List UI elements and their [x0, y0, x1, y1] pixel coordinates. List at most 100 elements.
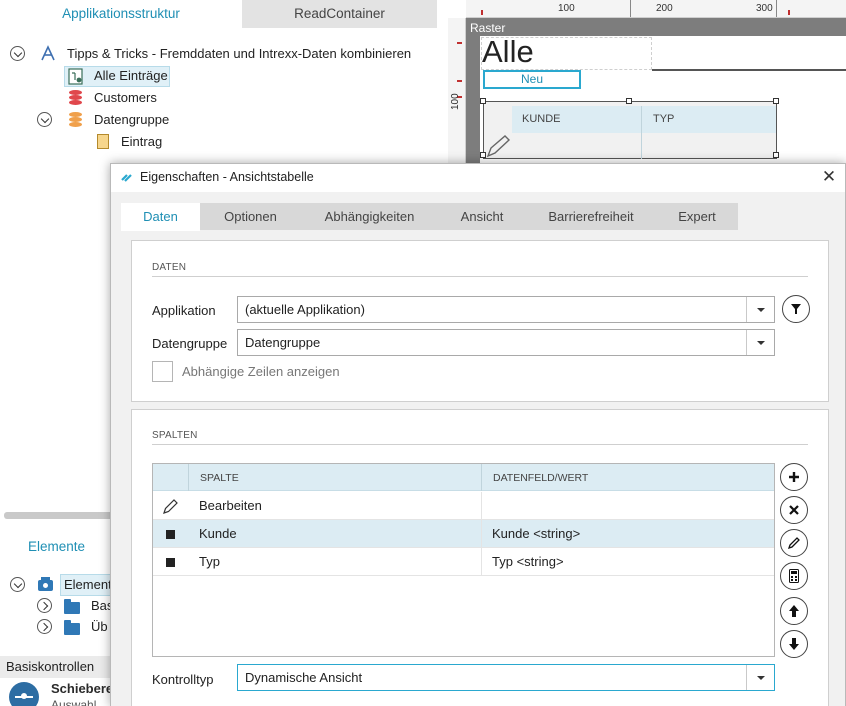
- basiskontrollen-header: Basiskontrollen: [0, 656, 110, 678]
- applikation-select[interactable]: (aktuelle Applikation): [237, 296, 775, 323]
- tree-item-datengruppe[interactable]: Datengruppe: [94, 109, 169, 131]
- cell-spalte: Kunde: [199, 526, 237, 541]
- tab-applikationsstruktur[interactable]: Applikationsstruktur: [0, 0, 242, 28]
- tab-barrierefreiheit[interactable]: Barrierefreiheit: [526, 203, 656, 230]
- cell-wert: Typ <string>: [492, 554, 564, 569]
- elements-title[interactable]: Elemente: [28, 539, 85, 554]
- close-icon[interactable]: ✕: [820, 168, 838, 186]
- resize-handle[interactable]: [480, 152, 486, 158]
- view-table-col-kunde: KUNDE: [522, 113, 561, 125]
- elements-icon: [38, 577, 53, 591]
- tree-root-label[interactable]: Tipps & Tricks - Fremddaten und Intrexx-…: [67, 43, 411, 65]
- tree-item-customers[interactable]: Customers: [94, 87, 157, 109]
- resize-handle[interactable]: [773, 98, 779, 104]
- add-column-button[interactable]: [780, 463, 808, 491]
- collapse-root-toggle[interactable]: [10, 46, 25, 61]
- plus-icon: [789, 472, 799, 482]
- kontrolltyp-value: Dynamische Ansicht: [245, 670, 363, 685]
- divider: [652, 69, 846, 71]
- folder-icon: [64, 620, 80, 635]
- elements-item-ueber[interactable]: Üb: [91, 616, 108, 638]
- col-header-spalte[interactable]: SPALTE: [200, 472, 239, 484]
- daten-group: DATEN Applikation (aktuelle Applikation)…: [131, 240, 829, 402]
- divider: [481, 464, 482, 491]
- row-marker-icon: [166, 530, 175, 539]
- datengruppe-value: Datengruppe: [245, 335, 321, 350]
- tab-readcontainer[interactable]: ReadContainer: [242, 0, 437, 28]
- chevron-down-icon[interactable]: [746, 665, 774, 690]
- tab-optionen[interactable]: Optionen: [200, 203, 301, 230]
- kontrolltyp-select[interactable]: Dynamische Ansicht: [237, 664, 775, 691]
- daten-group-title: DATEN: [152, 262, 187, 273]
- divider: [481, 492, 482, 520]
- divider: [481, 548, 482, 576]
- calculator-button[interactable]: [780, 562, 808, 590]
- expand-ueber-toggle[interactable]: [37, 619, 52, 634]
- ruler-label: 100: [558, 3, 575, 14]
- move-down-button[interactable]: [780, 630, 808, 658]
- ruler-label: 100: [450, 93, 461, 110]
- filter-button[interactable]: [782, 295, 810, 323]
- collapse-datengruppe-toggle[interactable]: [37, 112, 52, 127]
- col-header-datenfeld[interactable]: DATENFELD/WERT: [493, 472, 588, 484]
- edit-column-button[interactable]: [780, 529, 808, 557]
- ruler-label: 300: [756, 3, 773, 14]
- table-row-selected[interactable]: Kunde Kunde <string>: [153, 520, 774, 548]
- expand-basis-toggle[interactable]: [37, 598, 52, 613]
- close-icon: [789, 505, 799, 515]
- ruler-label: 200: [656, 3, 673, 14]
- arrow-down-icon: [789, 638, 799, 650]
- tree-item-eintrag[interactable]: Eintrag: [121, 131, 162, 153]
- table-row[interactable]: Bearbeiten: [153, 492, 774, 520]
- page-icon: [97, 134, 109, 149]
- cell-wert: Kunde <string>: [492, 526, 581, 541]
- filter-icon: [791, 304, 801, 314]
- datengruppe-label: Datengruppe: [152, 336, 228, 351]
- divider: [152, 444, 808, 445]
- tab-ansicht[interactable]: Ansicht: [438, 203, 526, 230]
- view-table-col-typ: TYP: [653, 113, 675, 125]
- neu-button[interactable]: Neu: [483, 70, 581, 89]
- applikation-label: Applikation: [152, 303, 216, 318]
- application-icon: [41, 45, 55, 61]
- pencil-icon: [486, 135, 511, 158]
- tree-item-label: Alle Einträge: [94, 68, 168, 83]
- dialog-title: Eigenschaften - Ansichtstabelle: [140, 170, 314, 184]
- pencil-icon: [787, 537, 800, 550]
- divider: [641, 106, 642, 159]
- resize-handle[interactable]: [480, 98, 486, 104]
- tab-expert[interactable]: Expert: [656, 203, 738, 230]
- dialog-titlebar[interactable]: Eigenschaften - Ansichtstabelle ✕: [111, 164, 845, 192]
- applikation-value: (aktuelle Applikation): [245, 302, 365, 317]
- slider-control-icon: [9, 682, 39, 706]
- elements-root-label: Element: [64, 577, 112, 592]
- datagroup-red-icon: [69, 90, 82, 106]
- page-heading[interactable]: Alle: [482, 34, 534, 70]
- resize-handle[interactable]: [626, 98, 632, 104]
- datengruppe-select[interactable]: Datengruppe: [237, 329, 775, 356]
- properties-dialog: Eigenschaften - Ansichtstabelle ✕ Daten …: [110, 163, 846, 706]
- arrow-up-icon: [789, 605, 799, 617]
- abhaengige-zeilen-checkbox[interactable]: [152, 361, 173, 382]
- divider: [152, 276, 808, 277]
- spalten-group-title: SPALTEN: [152, 430, 198, 441]
- chevron-down-icon[interactable]: [746, 330, 774, 355]
- chevron-down-icon[interactable]: [746, 297, 774, 322]
- resize-handle[interactable]: [773, 152, 779, 158]
- move-up-button[interactable]: [780, 597, 808, 625]
- cell-spalte: Bearbeiten: [199, 498, 262, 513]
- structure-tabs: Applikationsstruktur ReadContainer: [0, 0, 437, 28]
- slider-control-sub: Auswahl: [51, 698, 97, 706]
- abhaengige-zeilen-label: Abhängige Zeilen anzeigen: [182, 364, 340, 379]
- divider: [188, 464, 189, 491]
- app-logo-icon: [121, 174, 132, 182]
- slider-control-title[interactable]: Schiebere: [51, 681, 113, 696]
- collapse-elements-toggle[interactable]: [10, 577, 25, 592]
- remove-column-button[interactable]: [780, 496, 808, 524]
- tab-daten[interactable]: Daten: [121, 203, 200, 231]
- tab-abhaengigkeiten[interactable]: Abhängigkeiten: [301, 203, 438, 230]
- pencil-icon: [163, 499, 178, 514]
- table-row[interactable]: Typ Typ <string>: [153, 548, 774, 576]
- divider: [481, 520, 482, 548]
- view-page-icon: [68, 68, 83, 85]
